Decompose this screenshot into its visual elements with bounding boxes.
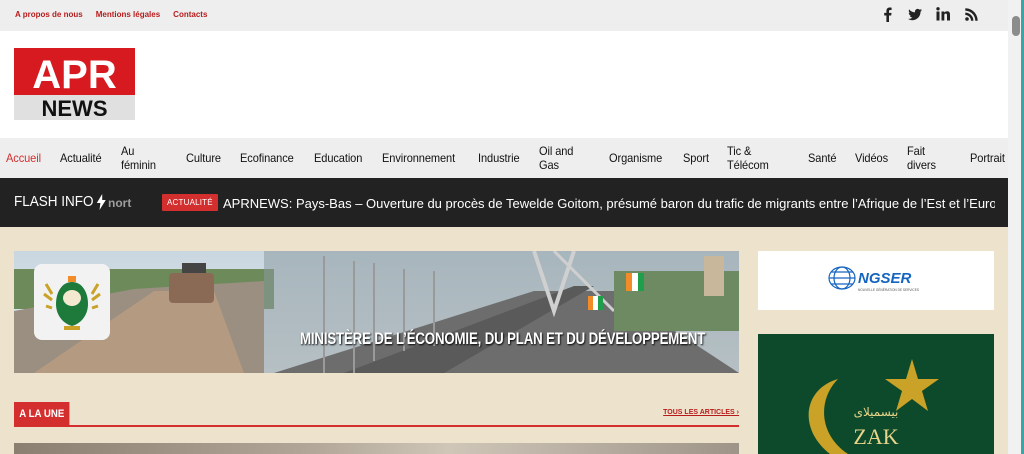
zak-ad-graphic: بيسميلاى ZAK [758,334,994,454]
flash-headline[interactable]: APRNEWS: Pays-Bas – Ouverture du procès … [223,196,995,211]
twitter-icon[interactable] [908,6,922,22]
ngser-logo: NGSER NOUVELLE GÉNÉRATION DE SERVICES [828,266,919,292]
nav-item-oil-and-gas[interactable]: Oil and Gas [539,144,589,172]
ngser-tagline: NOUVELLE GÉNÉRATION DE SERVICES [858,287,919,292]
category-badge[interactable]: ACTUALITÉ [162,194,218,211]
nav-item-organisme[interactable]: Organisme [609,151,662,165]
nav-item-actualite[interactable]: Actualité [60,151,102,165]
nav-item-environnement[interactable]: Environnement [382,151,455,165]
main-content: MINISTÈRE DE L’ÉCONOMIE, DU PLAN ET DU D… [0,227,1008,454]
ministry-banner[interactable]: MINISTÈRE DE L’ÉCONOMIE, DU PLAN ET DU D… [14,251,739,373]
section-header-a-la-une: A LA UNE TOUS LES ARTICLES › [14,402,739,427]
flash-previous-fragment: nort [108,196,132,210]
about-link[interactable]: A propos de nous [15,10,83,19]
nav-item-videos[interactable]: Vidéos [855,151,888,165]
zak-latin-text: ZAK [853,424,898,449]
coat-of-arms-icon [34,264,110,340]
section-title: A LA UNE [14,402,70,425]
nav-item-accueil[interactable]: Accueil [6,151,41,165]
nav-item-culture[interactable]: Culture [186,151,221,165]
banner-image [14,251,739,373]
nav-item-ecofinance[interactable]: Ecofinance [240,151,294,165]
zak-ad[interactable]: بيسميلاى ZAK [758,334,994,454]
scrollbar-thumb[interactable] [1012,16,1020,36]
header: APR NEWS [0,31,1008,138]
nav-item-sport[interactable]: Sport [683,151,709,165]
all-articles-link[interactable]: TOUS LES ARTICLES › [663,409,739,416]
legal-link[interactable]: Mentions légales [96,10,160,19]
apr-news-logo[interactable]: APR NEWS [14,48,135,120]
ngser-ad[interactable]: NGSER NOUVELLE GÉNÉRATION DE SERVICES [758,251,994,310]
banner-title: MINISTÈRE DE L’ÉCONOMIE, DU PLAN ET DU D… [300,329,706,348]
flash-info-label: FLASH INFO [14,193,94,210]
nav-item-fait-divers[interactable]: Fait divers [907,144,950,172]
top-bar: A propos de nous Mentions légales Contac… [0,0,1008,31]
nav-item-tic-telecom[interactable]: Tic & Télécom [727,144,787,172]
logo-bottom-text: NEWS [42,96,108,120]
ngser-name: NGSER [858,270,912,287]
nav-item-education[interactable]: Education [314,151,362,165]
facebook-icon[interactable] [880,6,894,22]
social-links [880,6,978,22]
nav-item-industrie[interactable]: Industrie [478,151,520,165]
logo-top-text: APR [32,53,117,97]
flash-info-bar: FLASH INFO nort ACTUALITÉ APRNEWS: Pays-… [0,178,1008,227]
linkedin-icon[interactable] [936,6,950,22]
main-nav: Accueil Actualité Au féminin Culture Eco… [0,138,1008,178]
contacts-link[interactable]: Contacts [173,10,207,19]
nav-item-sante[interactable]: Santé [808,151,836,165]
top-links: A propos de nous Mentions légales Contac… [15,10,207,19]
zak-arabic-text: بيسميلاى [854,405,899,419]
lightning-icon [97,193,107,210]
nav-item-au-feminin[interactable]: Au féminin [121,144,166,172]
article-thumbnails[interactable] [14,443,739,454]
flash-info-title: FLASH INFO [14,193,107,210]
nav-item-portrait[interactable]: Portrait [970,151,1005,165]
rss-icon[interactable] [964,6,978,22]
